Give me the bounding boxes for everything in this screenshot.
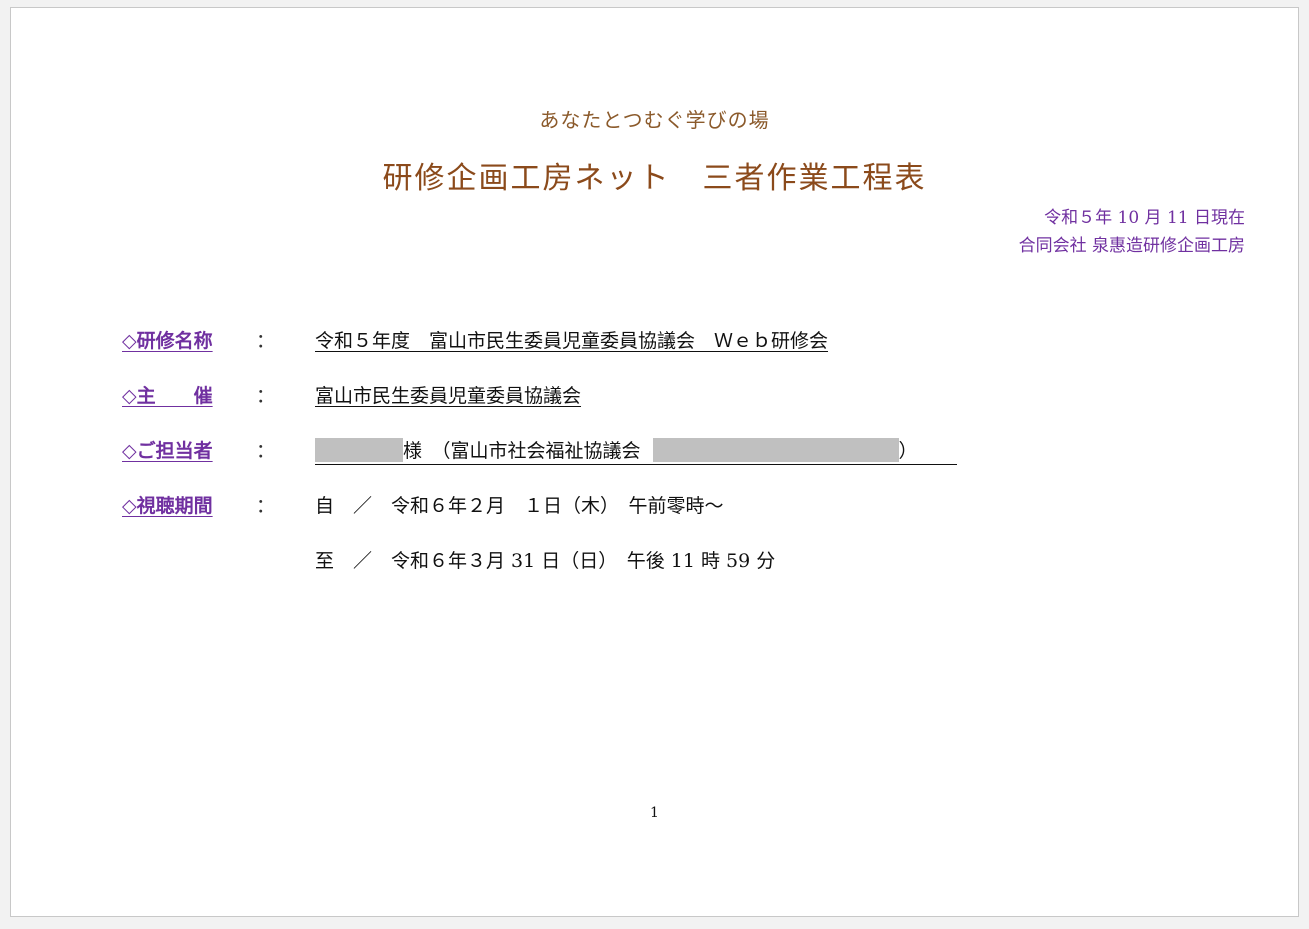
contact-colon: ： — [256, 440, 276, 462]
training-name-label: ◇研修名称 — [122, 330, 213, 352]
viewing-period-label: ◇視聴期間 — [122, 495, 213, 517]
training-name-colon: ： — [256, 330, 276, 352]
document-title: 研修企画工房ネット 三者作業工程表 — [382, 161, 927, 196]
as-of-date: 令和５年 10 月 11 日現在 — [1044, 208, 1245, 228]
contact-honorific: 様 （富山市社会福祉協議会 — [403, 440, 641, 462]
training-name-value: 令和５年度 富山市民生委員児童委員協議会 Ｗｅｂ研修会 — [315, 330, 829, 352]
organizer-label: ◇主 催 — [122, 385, 213, 407]
document-page: あなたとつむぐ学びの場 研修企画工房ネット 三者作業工程表 令和５年 10 月 … — [10, 7, 1299, 917]
document-subtitle: あなたとつむぐ学びの場 — [539, 108, 770, 132]
redacted-department-block — [652, 438, 899, 462]
contact-value: 様 （富山市社会福祉協議会 ） — [315, 436, 957, 465]
viewing-period-end: 至 ／ 令和６年３月 31 日（日） 午後 11 時 59 分 — [315, 550, 776, 572]
organizer-value: 富山市民生委員児童委員協議会 — [315, 385, 582, 407]
viewing-period-colon: ： — [256, 495, 276, 517]
organizer-colon: ： — [256, 385, 276, 407]
contact-close-paren: ） — [898, 440, 918, 462]
contact-label: ◇ご担当者 — [122, 440, 213, 462]
company-name: 合同会社 泉惠造研修企画工房 — [1018, 236, 1245, 256]
page-number: 1 — [650, 805, 659, 821]
viewing-period-start: 自 ／ 令和６年２月 １日（木） 午前零時～ — [315, 495, 724, 517]
redacted-name-block — [315, 438, 403, 462]
